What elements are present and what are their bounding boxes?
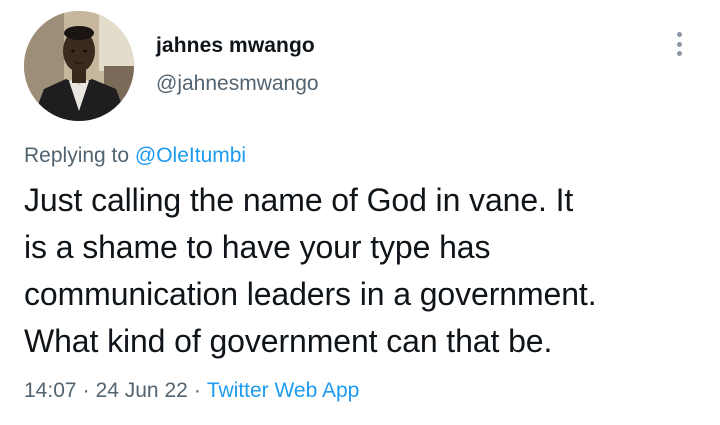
tweet-text-line: is a shame to have your type has [24,229,491,265]
tweet-text-line: communication leaders in a government. [24,276,597,312]
tweet: jahnes mwango @jahnesmwango Replying to … [0,0,720,425]
tweet-text-line: Just calling the name of God in vane. It [24,182,574,218]
author-display-name[interactable]: jahnes mwango [156,33,319,59]
more-dot [676,41,682,47]
tweet-meta: 14:07 · 24 Jun 22 · Twitter Web App [24,378,359,404]
avatar-image [24,11,134,121]
tweet-source-link[interactable]: Twitter Web App [207,379,360,402]
more-dot [676,51,682,56]
replying-to-mention-link[interactable]: @OleItumbi [135,144,246,167]
replying-to: Replying to @OleItumbi [24,143,246,169]
tweet-date-link[interactable]: 24 Jun 22 [96,379,188,402]
more-options-icon[interactable] [668,30,690,58]
author-handle[interactable]: @jahnesmwango [156,71,319,97]
more-dot [676,32,682,37]
tweet-text: Just calling the name of God in vane. It… [24,177,704,365]
author-info: jahnes mwango @jahnesmwango [156,33,319,97]
meta-separator: · [193,379,201,402]
avatar[interactable] [24,11,134,121]
tweet-text-line: What kind of government can that be. [24,323,553,359]
meta-separator: · [82,379,90,402]
replying-to-prefix: Replying to [24,144,135,167]
tweet-time-link[interactable]: 14:07 [24,379,77,402]
